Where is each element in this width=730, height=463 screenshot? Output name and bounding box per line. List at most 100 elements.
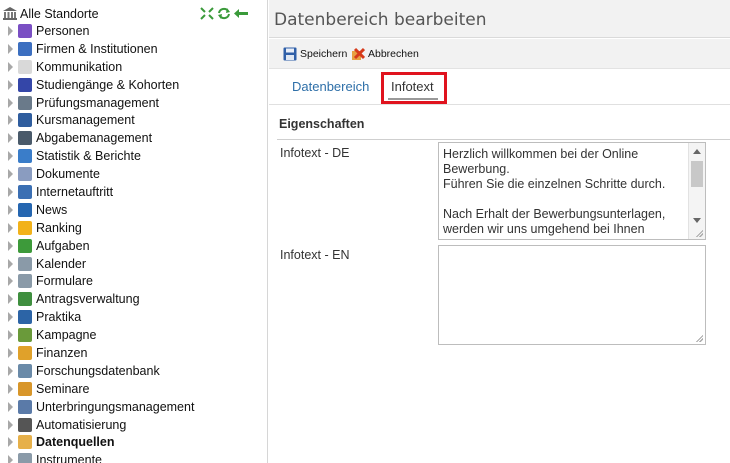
sidebar-item-label: Personen — [36, 24, 90, 38]
sidebar-item-label: News — [36, 202, 68, 217]
sidebar-item[interactable]: Firmen & Institutionen — [0, 40, 267, 58]
save-button[interactable]: Speichern — [283, 46, 347, 62]
tab-infotext[interactable]: Infotext — [391, 79, 434, 94]
infotext-de-scrollbar[interactable] — [688, 143, 705, 239]
sidebar-item[interactable]: Praktika — [0, 308, 267, 326]
sidebar-item[interactable]: Forschungsdatenbank — [0, 362, 267, 380]
expand-arrow-icon[interactable] — [8, 437, 13, 448]
sidebar-item[interactable]: Seminare — [0, 380, 267, 398]
tree-root-all-locations[interactable]: Alle Standorte — [0, 5, 267, 23]
sidebar-item[interactable]: Instrumente — [0, 451, 267, 463]
collapse-arrow-icon[interactable] — [234, 7, 248, 20]
sidebar-item-label: Datenquellen — [36, 435, 115, 450]
sidebar-item[interactable]: Automatisierung — [0, 416, 267, 434]
expand-arrow-icon[interactable] — [8, 133, 13, 144]
sidebar-item[interactable]: Kursmanagement — [0, 111, 267, 129]
expand-arrow-icon[interactable] — [8, 401, 13, 412]
section-title: Eigenschaften — [279, 117, 365, 131]
bank-icon — [3, 7, 17, 20]
expand-arrow-icon[interactable] — [8, 79, 13, 90]
sidebar-item[interactable]: Ranking — [0, 219, 267, 237]
sidebar-item-label: Firmen & Institutionen — [36, 41, 158, 56]
tools-icon — [18, 453, 32, 463]
expand-arrow-icon[interactable] — [8, 455, 13, 463]
scroll-thumb[interactable] — [691, 161, 703, 187]
expand-arrow-icon[interactable] — [8, 312, 13, 323]
sidebar-item-label: Prüfungsmanagement — [36, 95, 159, 110]
clock-icon — [18, 238, 32, 253]
scroll-down-icon[interactable] — [693, 218, 701, 223]
resize-grip-icon[interactable] — [695, 229, 703, 237]
sidebar-item[interactable]: Finanzen — [0, 344, 267, 362]
sidebar-item[interactable]: Studiengänge & Kohorten — [0, 76, 267, 94]
sidebar-item[interactable]: Abgabemanagement — [0, 129, 267, 147]
tree-tools — [200, 7, 248, 20]
sidebar-item-label: Formulare — [36, 274, 93, 289]
infotext-de-value: Herzlich willkommen bei der Online Bewer… — [443, 147, 666, 236]
sidebar-item[interactable]: Statistik & Berichte — [0, 147, 267, 165]
sidebar-item[interactable]: Personen — [0, 22, 267, 40]
expand-arrow-icon[interactable] — [8, 97, 13, 108]
coins-icon — [18, 346, 32, 361]
tab-datenbereich[interactable]: Datenbereich — [292, 79, 369, 94]
sidebar-item-label: Aufgaben — [36, 238, 90, 253]
expand-arrow-icon[interactable] — [8, 222, 13, 233]
sidebar-item[interactable]: Internetauftritt — [0, 183, 267, 201]
expand-arrow-icon[interactable] — [8, 169, 13, 180]
infotext-de-textarea[interactable]: Herzlich willkommen bei der Online Bewer… — [438, 142, 706, 240]
expand-arrow-icon[interactable] — [8, 187, 13, 198]
sidebar-item-label: Dokumente — [36, 167, 100, 182]
expand-arrow-icon[interactable] — [8, 348, 13, 359]
buildings-icon — [18, 41, 32, 56]
expand-arrow-icon[interactable] — [8, 240, 13, 251]
expand-arrow-icon[interactable] — [8, 294, 13, 305]
sidebar-item-label: Praktika — [36, 310, 82, 325]
calendar-icon — [18, 256, 32, 271]
sidebar-item[interactable]: Kampagne — [0, 326, 267, 344]
bar-chart-icon — [18, 149, 32, 164]
expand-arrow-icon[interactable] — [8, 151, 13, 162]
building-icon — [18, 399, 32, 414]
sidebar-item[interactable]: Antragsverwaltung — [0, 290, 267, 308]
toolbar: Speichern Abbrechen — [269, 39, 730, 69]
refresh-icon[interactable] — [217, 7, 231, 20]
sidebar-item[interactable]: Datenquellen — [0, 433, 267, 451]
expand-all-icon[interactable] — [200, 7, 214, 20]
floppy-disk-icon — [283, 47, 297, 61]
expand-arrow-icon[interactable] — [8, 43, 13, 54]
data-folder-icon — [18, 435, 32, 450]
star-icon — [18, 220, 32, 235]
panel-header: Datenbereich bearbeiten — [269, 0, 730, 38]
expand-arrow-icon[interactable] — [8, 26, 13, 36]
sidebar-item[interactable]: News — [0, 201, 267, 219]
infotext-en-textarea[interactable] — [438, 245, 706, 345]
checklist-icon — [18, 310, 32, 325]
sidebar-item-label: Kalender — [36, 256, 87, 271]
expand-arrow-icon[interactable] — [8, 330, 13, 341]
sidebar-item[interactable]: Kommunikation — [0, 58, 267, 76]
sidebar-item[interactable]: Unterbringungsmanagement — [0, 398, 267, 416]
sidebar-item-label: Statistik & Berichte — [36, 149, 141, 164]
sidebar-item[interactable]: Prüfungsmanagement — [0, 94, 267, 112]
expand-arrow-icon[interactable] — [8, 115, 13, 126]
expand-arrow-icon[interactable] — [8, 419, 13, 430]
scroll-up-icon[interactable] — [693, 149, 701, 154]
expand-arrow-icon[interactable] — [8, 61, 13, 72]
cancel-button[interactable]: Abbrechen — [351, 46, 419, 62]
expand-arrow-icon[interactable] — [8, 204, 13, 215]
expand-arrow-icon[interactable] — [8, 365, 13, 376]
sidebar-item[interactable]: Kalender — [0, 255, 267, 273]
infotext-de-label: Infotext - DE — [280, 146, 350, 160]
page-title: Datenbereich bearbeiten — [274, 10, 487, 30]
sidebar-item[interactable]: Aufgaben — [0, 237, 267, 255]
sidebar-item-label: Kommunikation — [36, 59, 123, 74]
sidebar-item-label: Abgabemanagement — [36, 131, 153, 146]
expand-arrow-icon[interactable] — [8, 276, 13, 287]
expand-arrow-icon[interactable] — [8, 383, 13, 394]
sidebar-item[interactable]: Dokumente — [0, 165, 267, 183]
resize-grip-icon[interactable] — [695, 334, 703, 342]
briefcase-icon — [18, 381, 32, 396]
exam-icon — [18, 95, 32, 110]
expand-arrow-icon[interactable] — [8, 258, 13, 269]
sidebar-item[interactable]: Formulare — [0, 272, 267, 290]
